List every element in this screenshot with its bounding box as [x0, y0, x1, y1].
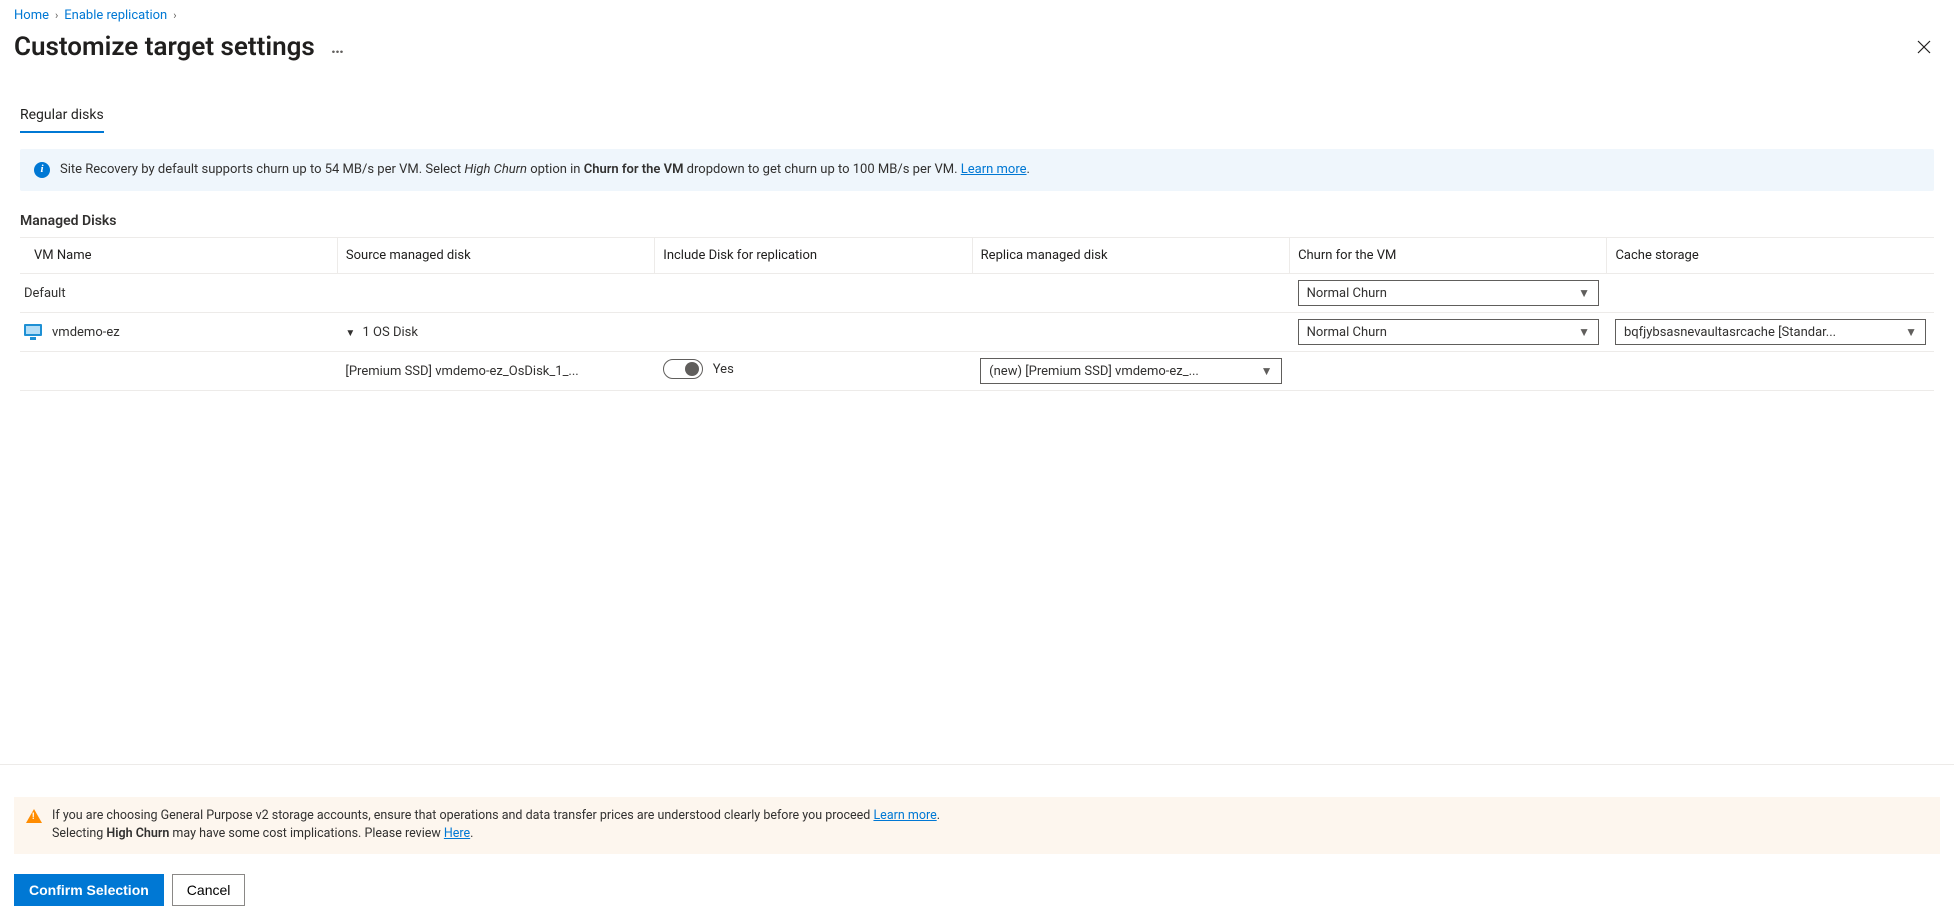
chevron-down-icon: ▼ [1578, 325, 1590, 339]
cache-storage-select[interactable]: bqfjybsasnevaultasrcache [Standar... ▼ [1615, 319, 1926, 345]
chevron-right-icon: › [173, 9, 176, 22]
breadcrumb: Home › Enable replication › [14, 4, 1940, 29]
info-text: Site Recovery by default supports churn … [60, 161, 1030, 179]
chevron-down-icon: ▼ [1905, 325, 1917, 339]
warning-icon [26, 809, 42, 823]
cache-storage-value: bqfjybsasnevaultasrcache [Standar... [1624, 325, 1905, 340]
page-title: Customize target settings … [14, 32, 346, 62]
vm-churn-value: Normal Churn [1307, 325, 1579, 340]
col-include-disk: Include Disk for replication [655, 238, 972, 274]
table-row-disk: [Premium SSD] vmdemo-ez_OsDisk_1_... Yes… [20, 352, 1934, 391]
info-text-3: dropdown to get churn up to 100 MB/s per… [683, 162, 960, 177]
include-disk-label: Yes [713, 362, 734, 377]
table-row-default: Default Normal Churn ▼ [20, 274, 1934, 313]
cancel-button[interactable]: Cancel [172, 874, 246, 906]
warning-line2-bold: High Churn [106, 826, 169, 841]
col-source-disk: Source managed disk [337, 238, 654, 274]
os-disk-count: 1 OS Disk [363, 325, 418, 340]
section-managed-disks: Managed Disks [20, 213, 1934, 229]
include-disk-toggle[interactable]: Yes [663, 359, 734, 379]
col-churn: Churn for the VM [1290, 238, 1607, 274]
info-learn-more-link[interactable]: Learn more [961, 162, 1027, 177]
info-text-bold: Churn for the VM [584, 162, 684, 177]
default-label: Default [20, 274, 337, 313]
info-text-1: Site Recovery by default supports churn … [60, 162, 464, 177]
expand-caret[interactable]: ▼ [345, 328, 355, 339]
chevron-down-icon: ▼ [1578, 286, 1590, 300]
breadcrumb-home[interactable]: Home [14, 8, 49, 23]
table-row-vm: vmdemo-ez ▼ 1 OS Disk Normal Churn ▼ [20, 313, 1934, 352]
default-churn-select[interactable]: Normal Churn ▼ [1298, 280, 1599, 306]
close-button[interactable] [1908, 31, 1940, 63]
replica-disk-value: (new) [Premium SSD] vmdemo-ez_... [989, 364, 1261, 379]
managed-disks-table: VM Name Source managed disk Include Disk… [20, 237, 1934, 391]
warning-line2b: may have some cost implications. Please … [169, 826, 444, 841]
col-vm-name: VM Name [20, 238, 337, 274]
vm-churn-select[interactable]: Normal Churn ▼ [1298, 319, 1599, 345]
source-disk-name: [Premium SSD] vmdemo-ez_OsDisk_1_... [337, 352, 654, 391]
warning-line1: If you are choosing General Purpose v2 s… [52, 808, 873, 823]
info-text-italic: High Churn [464, 162, 527, 177]
replica-disk-select[interactable]: (new) [Premium SSD] vmdemo-ez_... ▼ [980, 358, 1281, 384]
warning-text: If you are choosing General Purpose v2 s… [52, 807, 940, 845]
vm-icon [24, 324, 42, 340]
col-replica-disk: Replica managed disk [972, 238, 1289, 274]
toggle-pill [663, 359, 703, 379]
info-icon: i [34, 162, 50, 178]
vm-name: vmdemo-ez [52, 325, 120, 340]
chevron-right-icon: › [55, 9, 58, 22]
warning-here-link[interactable]: Here [444, 826, 470, 841]
info-text-2: option in [527, 162, 584, 177]
more-actions-button[interactable]: … [331, 37, 346, 58]
tab-regular-disks[interactable]: Regular disks [20, 101, 104, 133]
confirm-selection-button[interactable]: Confirm Selection [14, 874, 164, 906]
page-title-text: Customize target settings [14, 32, 315, 62]
col-cache: Cache storage [1607, 238, 1934, 274]
chevron-down-icon: ▼ [1261, 364, 1273, 378]
default-churn-value: Normal Churn [1307, 286, 1579, 301]
warning-learn-more-link[interactable]: Learn more [873, 808, 936, 823]
tabs: Regular disks [20, 101, 1934, 133]
breadcrumb-enable-replication[interactable]: Enable replication [64, 8, 167, 23]
warning-banner: If you are choosing General Purpose v2 s… [14, 797, 1940, 855]
info-banner: i Site Recovery by default supports chur… [20, 149, 1934, 191]
warning-line2a: Selecting [52, 826, 106, 841]
